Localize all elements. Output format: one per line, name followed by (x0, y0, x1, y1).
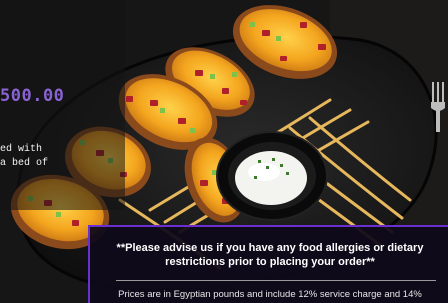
pricing-notice-text: Prices are in Egyptian pounds and includ… (118, 289, 422, 303)
fork-icon (431, 82, 445, 132)
notice-divider (116, 280, 436, 281)
item-description-line: a bed of (0, 158, 49, 169)
allergy-notice-panel: **Please advise us if you have any food … (88, 225, 448, 303)
item-price: 500.00 (0, 86, 65, 106)
item-description-line: ed with (0, 144, 43, 155)
item-description: ed with a bed of (0, 143, 125, 171)
sour-cream-dish (216, 131, 328, 221)
allergy-notice-text: **Please advise us if you have any food … (116, 242, 424, 268)
